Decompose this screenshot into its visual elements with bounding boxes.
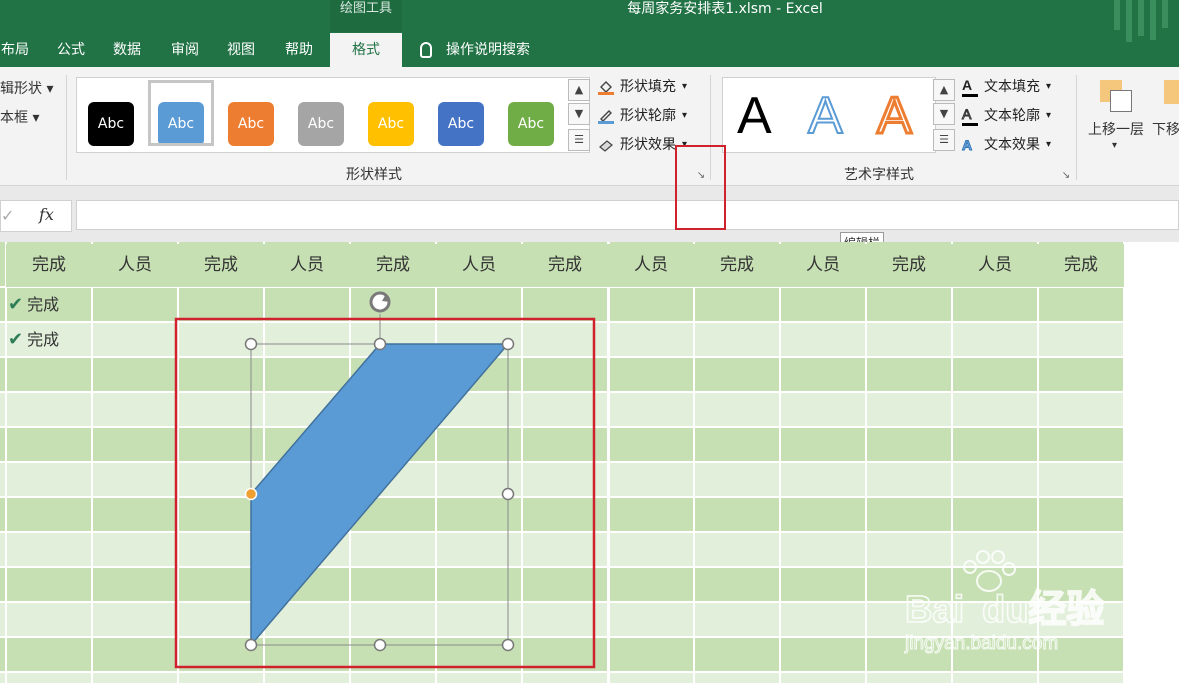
shape-effects-icon <box>598 137 614 153</box>
dialog-launcher-icon[interactable]: ↘ <box>1060 170 1072 182</box>
text-outline-icon: A <box>962 106 978 126</box>
shape-outline-label: 形状轮廓 <box>620 108 676 124</box>
tab-review[interactable]: 审阅 <box>168 33 202 67</box>
text-outline-button[interactable]: A 文本轮廓 ▾ <box>962 105 1051 127</box>
tab-data[interactable]: 数据 <box>110 33 144 67</box>
resize-handle[interactable] <box>373 337 387 351</box>
text-box-label: 文本框 <box>0 110 28 126</box>
shape-style-swatch[interactable]: Abc <box>228 102 274 146</box>
formula-input[interactable] <box>76 200 1179 230</box>
dropdown-arrow-icon: ▾ <box>1046 139 1052 150</box>
selected-style-frame <box>148 80 214 146</box>
shape-fill-label: 形状填充 <box>620 79 676 95</box>
gallery-more-button[interactable]: ☰ <box>568 129 590 151</box>
send-backward-button[interactable]: 下移 <box>1152 119 1179 139</box>
text-fill-icon: A <box>962 78 978 97</box>
shape-effects-label: 形状效果 <box>620 137 676 153</box>
shape-style-swatch[interactable]: Abc <box>368 102 414 146</box>
gallery-down-button[interactable]: ▼ <box>568 103 590 125</box>
shape-styles-group-label: 形状样式 <box>346 167 402 183</box>
send-backward-icon <box>1164 80 1179 104</box>
text-effects-button[interactable]: A 文本效果 ▾ <box>962 134 1052 156</box>
parallelogram-shape[interactable] <box>250 343 510 648</box>
bring-forward-icon <box>1100 80 1132 112</box>
wordart-up-button[interactable]: ▲ <box>933 79 955 101</box>
resize-handle[interactable] <box>244 337 258 351</box>
wordart-styles-group-label: 艺术字样式 <box>844 167 914 183</box>
shape-effects-button[interactable]: 形状效果 ▾ <box>598 134 687 156</box>
text-fill-label: 文本填充 <box>984 79 1040 95</box>
tab-format[interactable]: 格式 <box>330 33 402 67</box>
worksheet[interactable]: 完成 人员 完成 人员 完成 人员 完成 人员 完成 人员 完成 人员 完成 ✔… <box>0 242 1179 683</box>
watermark-logo-text: du经验 <box>982 589 1104 631</box>
edit-shape-button[interactable]: 编辑形状 ▾ <box>0 78 53 98</box>
tell-me-search[interactable]: 操作说明搜索 <box>420 33 530 67</box>
text-effects-label: 文本效果 <box>984 137 1040 153</box>
shape-outline-button[interactable]: 形状轮廓 ▾ <box>598 105 687 127</box>
excel-decoration <box>1110 0 1179 42</box>
baidu-paw-logo: Bai du经验 jingyan.baidu.com <box>904 550 1105 655</box>
pencil-icon <box>598 108 614 124</box>
shape-style-swatch[interactable]: Abc <box>298 102 344 146</box>
selected-shape-layer: Bai du经验 jingyan.baidu.com <box>174 291 1105 669</box>
text-effects-icon: A <box>962 137 973 154</box>
wordart-sample-black[interactable]: A <box>737 86 772 146</box>
window-title: 每周家务安排表1.xlsm - Excel <box>627 1 823 17</box>
tab-view[interactable]: 视图 <box>224 33 258 67</box>
watermark-url: jingyan.baidu.com <box>904 633 1058 654</box>
dropdown-arrow-icon: ▾ <box>682 110 688 121</box>
resize-handle[interactable] <box>373 638 387 652</box>
highlight-box-dialog-launcher <box>675 145 726 230</box>
adjustment-handle[interactable] <box>244 487 258 501</box>
ribbon-divider <box>66 75 67 180</box>
shape-style-swatch[interactable]: Abc <box>508 102 554 146</box>
gallery-up-button[interactable]: ▲ <box>568 79 590 101</box>
text-box-button[interactable]: 文本框 ▾ <box>0 107 39 127</box>
text-outline-label: 文本轮廓 <box>984 108 1040 124</box>
insert-function-button[interactable]: fx <box>39 205 54 224</box>
resize-handle[interactable] <box>244 638 258 652</box>
lightbulb-icon <box>420 42 432 58</box>
dropdown-arrow-icon: ▾ <box>1046 110 1052 121</box>
paint-bucket-icon <box>598 79 614 95</box>
ribbon-divider <box>1076 75 1077 180</box>
shape-style-swatch[interactable]: Abc <box>438 102 484 146</box>
tab-help[interactable]: 帮助 <box>282 33 316 67</box>
resize-handle[interactable] <box>501 638 515 652</box>
text-fill-button[interactable]: A 文本填充 ▾ <box>962 76 1051 98</box>
wordart-sample-blue[interactable]: A <box>807 86 844 146</box>
wordart-more-button[interactable]: ☰ <box>933 129 955 151</box>
rotate-handle-icon[interactable] <box>369 291 391 313</box>
dropdown-arrow-icon: ▾ <box>682 81 688 92</box>
tab-layout[interactable]: 布局 <box>0 33 30 67</box>
bring-forward-button[interactable]: 上移一层 <box>1088 119 1144 139</box>
edit-shape-label: 编辑形状 <box>0 81 42 97</box>
wordart-down-button[interactable]: ▼ <box>933 103 955 125</box>
watermark-logo-text: Bai <box>905 589 964 631</box>
enter-check-icon[interactable]: ✓ <box>1 206 14 225</box>
drawing-tools-label: 绘图工具 <box>330 0 402 32</box>
dropdown-arrow-icon[interactable]: ▾ <box>1112 140 1117 151</box>
wordart-sample-orange[interactable]: A <box>876 86 914 147</box>
tab-formulas[interactable]: 公式 <box>54 33 88 67</box>
shape-style-swatch[interactable]: Abc <box>88 102 134 146</box>
resize-handle[interactable] <box>501 337 515 351</box>
tell-me-label: 操作说明搜索 <box>446 42 530 58</box>
resize-handle[interactable] <box>501 487 515 501</box>
formula-buttons: ✓ fx <box>0 200 72 232</box>
dropdown-arrow-icon: ▾ <box>1046 81 1052 92</box>
shape-fill-button[interactable]: 形状填充 ▾ <box>598 76 687 98</box>
